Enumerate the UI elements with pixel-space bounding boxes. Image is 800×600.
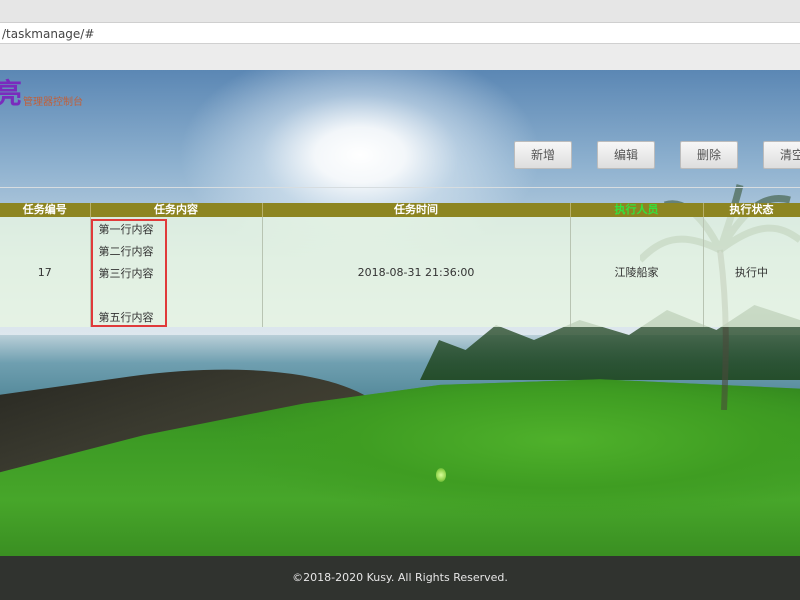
content-line: [99, 287, 165, 309]
column-header-status[interactable]: 执行状态: [703, 203, 800, 217]
task-time-cell: 2018-08-31 21:36:00: [262, 217, 571, 327]
delete-button[interactable]: 删除: [680, 141, 738, 169]
column-header-task-content[interactable]: 任务内容: [90, 203, 263, 217]
content-line: 第三行内容: [98, 267, 154, 280]
content-line: 第二行内容: [98, 245, 154, 258]
column-header-task-id[interactable]: 任务编号: [0, 203, 91, 217]
highlighted-content-box: 第一行内容 第二行内容 第三行内容 第五行内容: [90, 219, 167, 327]
task-id-cell: 17: [0, 217, 91, 327]
brand-logo: 亮: [0, 77, 23, 110]
address-bar[interactable]: /taskmanage/#: [0, 22, 800, 44]
column-header-executor[interactable]: 执行人员: [570, 203, 704, 217]
task-table: 任务编号 任务内容 任务时间 执行人员 执行状态 17 第一行内容 第二行内容 …: [0, 203, 800, 327]
status-cell: 执行中: [703, 217, 800, 327]
add-button[interactable]: 新增: [514, 141, 572, 169]
brand-subtitle: 管理器控制台: [23, 97, 83, 108]
browser-tab-bar: [0, 0, 800, 23]
clear-button[interactable]: 清空: [763, 141, 800, 169]
browser-toolbar-strip: [0, 44, 800, 71]
page-footer: ©2018-2020 Kusy. All Rights Reserved.: [0, 556, 800, 600]
toolbar-divider: [0, 187, 800, 188]
executor-cell: 江陵船家: [570, 217, 704, 327]
content-line: 第五行内容: [98, 311, 154, 324]
content-line: 第一行内容: [98, 223, 154, 236]
task-content-cell: 第一行内容 第二行内容 第三行内容 第五行内容: [90, 217, 263, 327]
edit-button[interactable]: 编辑: [597, 141, 655, 169]
column-header-task-time[interactable]: 任务时间: [262, 203, 571, 217]
lens-flare: [436, 468, 446, 482]
table-header-row: 任务编号 任务内容 任务时间 执行人员 执行状态: [0, 203, 800, 217]
table-row[interactable]: 17 第一行内容 第二行内容 第三行内容 第五行内容 2018-08-31 21…: [0, 217, 800, 327]
